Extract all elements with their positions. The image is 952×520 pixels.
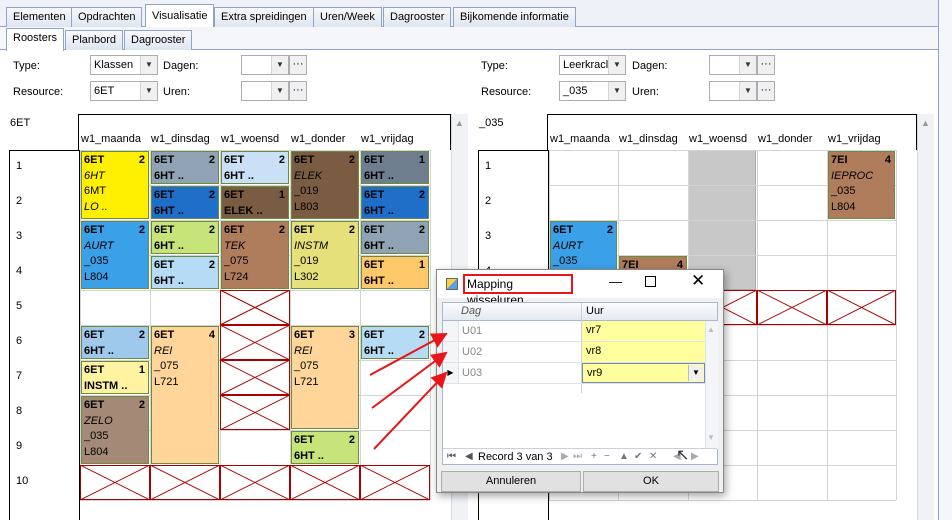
arrow-u02 [371,351,448,409]
arrow-u03 [373,371,448,450]
arrow-u01 [369,333,448,376]
annotation-arrows [369,333,448,450]
